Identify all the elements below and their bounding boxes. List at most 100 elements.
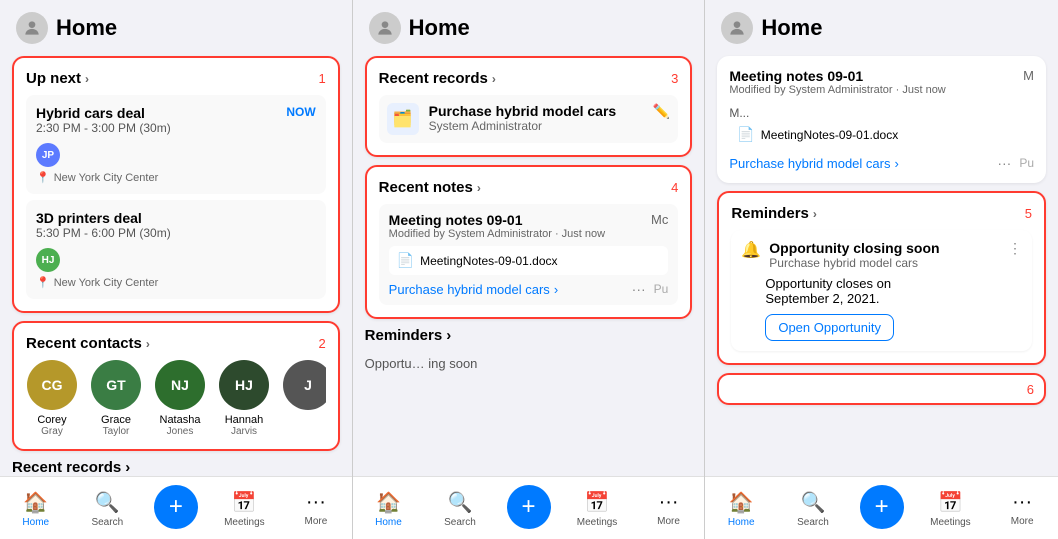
reminder-dots-3[interactable]: ⋮	[1008, 240, 1022, 257]
note-top-partial-3: M	[1023, 68, 1034, 102]
nav-plus-3[interactable]: +	[860, 485, 904, 529]
search-icon-2: 🔍	[448, 490, 473, 515]
contact-NJ[interactable]: NJ Natasha Jones	[154, 360, 206, 437]
nav-home-label-2: Home	[375, 517, 402, 528]
open-opportunity-btn-3[interactable]: Open Opportunity	[765, 314, 894, 341]
bottom-nav-1: 🏠 Home 🔍 Search + 📅 Meetings ··· More	[0, 476, 352, 539]
contacts-row: CG Corey Gray GT Grace Taylor NJ Natasha…	[26, 360, 326, 437]
contact-HJ-name: Hannah	[225, 414, 264, 426]
screen-3-header: Home	[705, 0, 1058, 52]
more-icon-2: ···	[659, 491, 679, 514]
user-avatar-2[interactable]	[369, 12, 401, 44]
nav-meetings-2[interactable]: 📅 Meetings	[572, 490, 622, 528]
nav-home-1[interactable]: 🏠 Home	[11, 490, 61, 528]
reminder-item-3: 🔔 Opportunity closing soon Purchase hybr…	[731, 230, 1032, 351]
nav-meetings-3[interactable]: 📅 Meetings	[925, 490, 975, 528]
note-top-sub2-3: M...	[729, 106, 749, 120]
recentrecords-chevron-2[interactable]: ›	[492, 72, 496, 86]
home-icon-2: 🏠	[376, 490, 401, 515]
screen-3-content: Meeting notes 09-01 Modified by System A…	[705, 52, 1058, 476]
note-top-dots-3[interactable]: ···	[997, 155, 1011, 171]
record-item-1[interactable]: 🗂️ Purchase hybrid model cars System Adm…	[379, 95, 679, 143]
docx-icon-2: 📄	[397, 252, 414, 269]
contact-CG[interactable]: CG Corey Gray	[26, 360, 78, 437]
recentrecords-partial-label: Recent records	[12, 459, 121, 476]
screen-3-title: Home	[761, 15, 822, 41]
screen-2: Home Recent records › 3 🗂️ Purchase hybr…	[353, 0, 706, 539]
nav-search-3[interactable]: 🔍 Search	[788, 490, 838, 528]
screen-1-title: Home	[56, 15, 117, 41]
meeting-item-1[interactable]: Hybrid cars deal 2:30 PM - 3:00 PM (30m)…	[26, 95, 326, 194]
note-dots-2[interactable]: ···	[632, 281, 646, 297]
note-top-title-3: Meeting notes 09-01	[729, 68, 945, 84]
reminders-partial-chevron-2[interactable]: ›	[446, 327, 451, 344]
screen-2-content: Recent records › 3 🗂️ Purchase hybrid mo…	[353, 52, 705, 476]
home-icon-3: 🏠	[729, 490, 754, 515]
contacts-header: Recent contacts › 2	[26, 335, 326, 352]
recentnotes-chevron-2[interactable]: ›	[477, 181, 481, 195]
nav-plus-1[interactable]: +	[154, 485, 198, 529]
note-file-2: 📄 MeetingNotes-09-01.docx	[389, 246, 669, 275]
contact-HJ[interactable]: HJ Hannah Jarvis	[218, 360, 270, 437]
nav-home-3[interactable]: 🏠 Home	[716, 490, 766, 528]
meeting-1-time: 2:30 PM - 3:00 PM (30m)	[36, 121, 171, 135]
recentrecords-label-2: Recent records	[379, 70, 488, 87]
nav-more-2[interactable]: ··· More	[644, 491, 694, 527]
nav-meetings-1[interactable]: 📅 Meetings	[219, 490, 269, 528]
nav-home-label-3: Home	[728, 517, 755, 528]
upnext-card: Up next › 1 Hybrid cars deal 2:30 PM - 3…	[12, 56, 340, 313]
note-title-2: Meeting notes 09-01	[389, 212, 605, 228]
reminder-top-3: 🔔 Opportunity closing soon Purchase hybr…	[741, 240, 1022, 270]
bottom-nav-3: 🏠 Home 🔍 Search + 📅 Meetings ··· More	[705, 476, 1058, 539]
nav-plus-2[interactable]: +	[507, 485, 551, 529]
user-avatar-1[interactable]	[16, 12, 48, 44]
nav-search-label-3: Search	[797, 517, 829, 528]
recentrecords-card-2: Recent records › 3 🗂️ Purchase hybrid mo…	[365, 56, 693, 157]
search-icon-3: 🔍	[800, 490, 825, 515]
meeting-item-2[interactable]: 3D printers deal 5:30 PM - 6:00 PM (30m)…	[26, 200, 326, 299]
reminders-chevron-3[interactable]: ›	[813, 207, 817, 221]
screen-2-title: Home	[409, 15, 470, 41]
reminders-partial-label-2: Reminders	[365, 327, 443, 344]
reminder-record-3: Purchase hybrid model cars	[769, 256, 1000, 270]
note-top-link-label-3: Purchase hybrid model cars	[729, 156, 890, 171]
contact-HJ-last: Jarvis	[231, 426, 257, 437]
note-sub-2: Modified by System Administrator · Just …	[389, 228, 605, 240]
note-item-2[interactable]: Meeting notes 09-01 Modified by System A…	[379, 204, 679, 305]
reminder-title-3: Opportunity closing soon	[769, 240, 1000, 256]
contact-partial-avatar: J	[283, 360, 326, 410]
note-top-link-3[interactable]: Purchase hybrid model cars ›	[729, 156, 898, 171]
more-icon-3: ···	[1012, 491, 1032, 514]
contact-GT-name: Grace	[101, 414, 131, 426]
nav-more-label-1: More	[304, 516, 327, 527]
contact-partial[interactable]: J	[282, 360, 326, 437]
recentnotes-card-2: Recent notes › 4 Meeting notes 09-01 Mod…	[365, 165, 693, 319]
record-sub-1: System Administrator	[429, 119, 643, 133]
recentnotes-label-2: Recent notes	[379, 179, 473, 196]
note-link-2[interactable]: Purchase hybrid model cars ›	[389, 282, 558, 297]
recentrecords-partial-chevron[interactable]: ›	[125, 459, 130, 476]
contact-NJ-name: Natasha	[160, 414, 201, 426]
contact-HJ-avatar: HJ	[219, 360, 269, 410]
contacts-chevron[interactable]: ›	[146, 337, 150, 351]
note-partial-label-2: Pu	[654, 282, 669, 296]
nav-more-3[interactable]: ··· More	[997, 491, 1047, 527]
nav-more-1[interactable]: ··· More	[291, 491, 341, 527]
user-avatar-3[interactable]	[721, 12, 753, 44]
recentnotes-number-2: 4	[671, 180, 678, 195]
record-icon-1: 🗂️	[387, 103, 419, 135]
contact-GT[interactable]: GT Grace Taylor	[90, 360, 142, 437]
nav-search-2[interactable]: 🔍 Search	[435, 490, 485, 528]
nav-more-label-2: More	[657, 516, 680, 527]
reminder-info-3: Opportunity closing soon Purchase hybrid…	[769, 240, 1000, 270]
section6-number-3: 6	[1027, 382, 1034, 397]
nav-home-2[interactable]: 🏠 Home	[363, 490, 413, 528]
note-top-card-3: Meeting notes 09-01 Modified by System A…	[717, 56, 1046, 183]
nav-search-label-2: Search	[444, 517, 476, 528]
upnext-chevron[interactable]: ›	[85, 72, 89, 86]
link-chevron-3: ›	[894, 156, 898, 171]
nav-search-1[interactable]: 🔍 Search	[82, 490, 132, 528]
meeting-2-time: 5:30 PM - 6:00 PM (30m)	[36, 226, 316, 240]
meetings-icon-2: 📅	[585, 490, 610, 515]
link-chevron-2: ›	[554, 282, 558, 297]
